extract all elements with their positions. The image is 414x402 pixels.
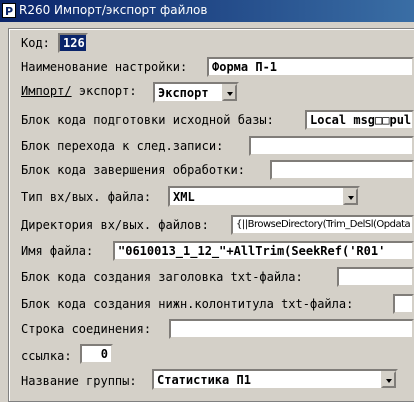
mode-label-import: Импорт/ [21, 84, 72, 98]
link-field[interactable]: 0 [80, 344, 113, 364]
directory-field[interactable]: {||BrowseDirectory(Trim_DelSl(Opdata [231, 215, 414, 235]
header-block-field[interactable] [337, 267, 414, 287]
mode-dropdown-button[interactable] [222, 84, 237, 101]
end-block-label: Блок кода завершения обработки: [21, 163, 245, 177]
prep-block-label: Блок кода подготовки исходной базы: [21, 113, 274, 127]
title-bar: P R260 Импорт/экспорт файлов [0, 0, 414, 22]
group-label: Название группы: [21, 374, 137, 388]
footer-block-field[interactable] [393, 294, 414, 314]
kod-field[interactable]: 126 [58, 33, 88, 53]
kod-label: Код: [21, 36, 50, 50]
prep-block-field[interactable]: Local msg□□pul [305, 110, 414, 130]
group-select[interactable]: Статистика П1 [152, 369, 398, 390]
connection-label: Строка соединения: [21, 322, 152, 336]
mode-label-export: экспорт: [71, 84, 137, 98]
name-field[interactable]: Форма П-1 [207, 57, 414, 77]
end-block-field[interactable] [270, 160, 414, 180]
name-label: Наименование настройки: [21, 60, 188, 74]
link-label: ссылка: [21, 349, 72, 363]
next-block-label: Блок перехода к след.записи: [21, 139, 224, 153]
directory-label: Директория вх/вых. файлов: [21, 218, 209, 232]
file-name-field[interactable]: "0610013_1_12_"+AllTrim(SeekRef('R01' [113, 241, 414, 261]
footer-block-label: Блок кода создания нижн.колонтитула txt-… [21, 297, 354, 311]
header-block-label: Блок кода создания заголовка txt-файла: [21, 270, 303, 284]
group-dropdown-button[interactable] [381, 371, 396, 388]
file-name-label: Имя файла: [21, 244, 94, 258]
app-icon: P [2, 3, 16, 18]
group-select-value: Статистика П1 [157, 373, 251, 387]
mode-label: Импорт/ экспорт: [21, 84, 137, 98]
file-type-select[interactable]: XML [168, 186, 360, 207]
window-title: R260 Импорт/экспорт файлов [19, 3, 208, 17]
file-type-dropdown-button[interactable] [343, 188, 358, 205]
next-block-field[interactable] [249, 136, 414, 156]
file-type-label: Тип вх/вых. файла: [21, 190, 152, 204]
file-type-select-value: XML [173, 190, 195, 204]
mode-select-value: Экспорт [158, 86, 209, 100]
connection-field[interactable] [169, 319, 414, 339]
mode-select[interactable]: Экспорт [153, 82, 239, 103]
